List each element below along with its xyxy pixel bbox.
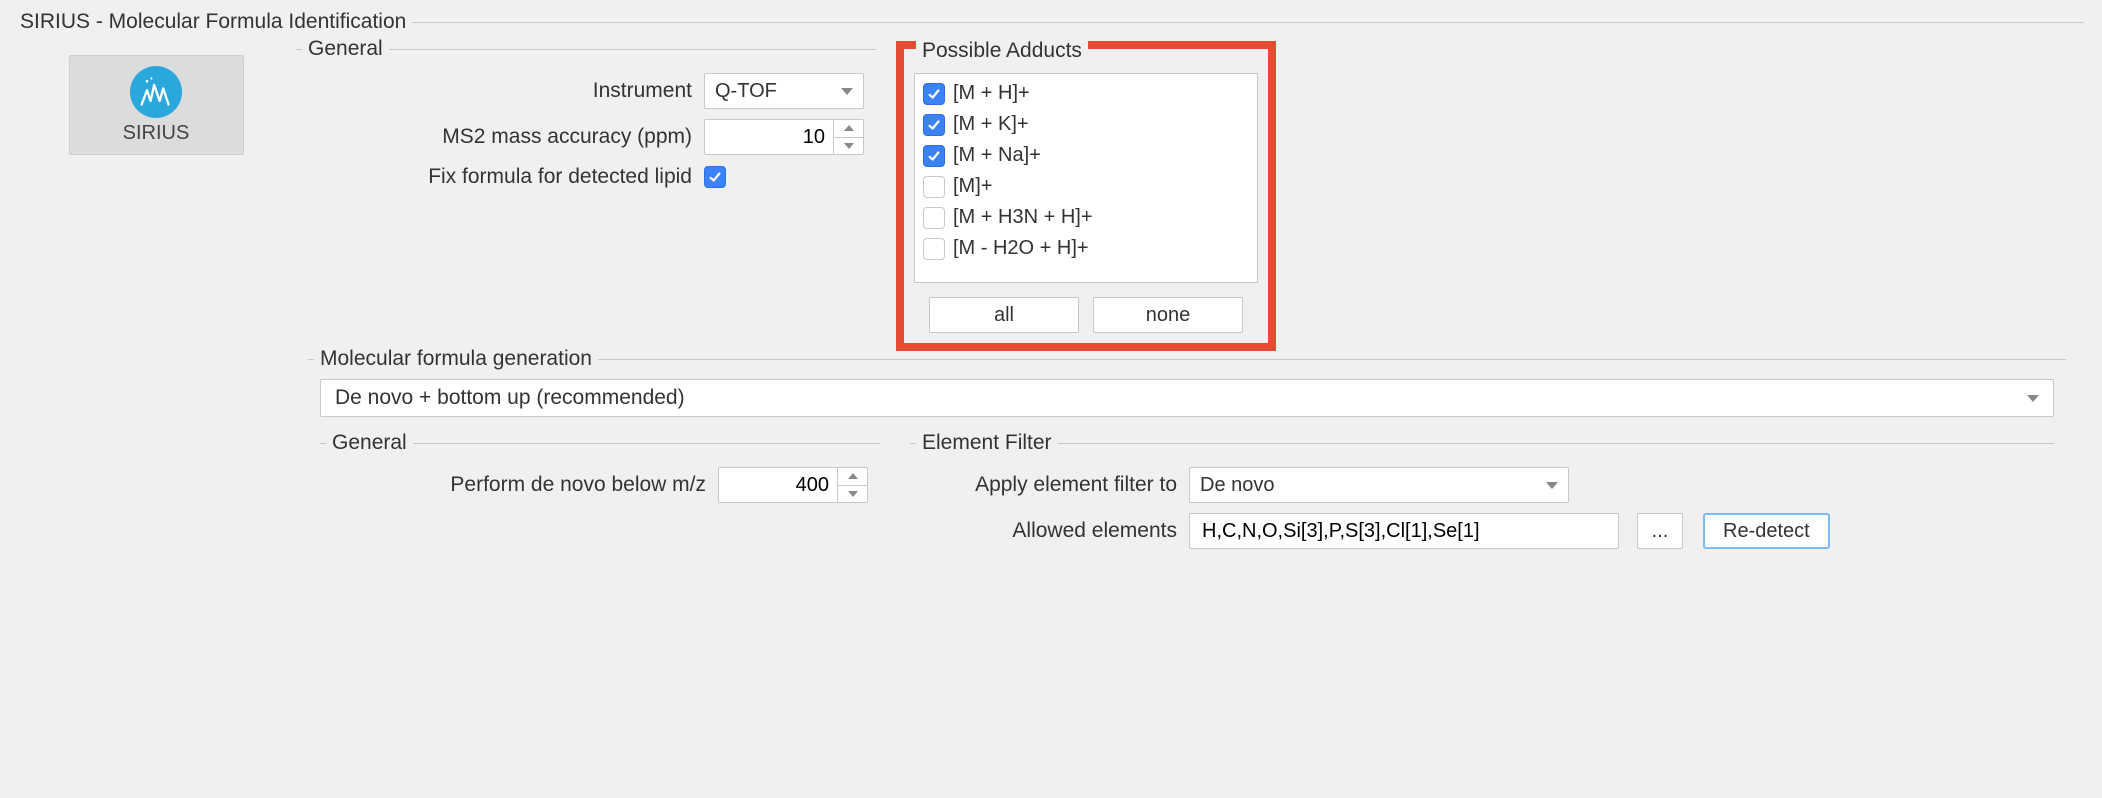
spinner-down-button[interactable]: [834, 138, 863, 155]
adduct-label: [M - H2O + H]+: [953, 237, 1089, 260]
adduct-checkbox[interactable]: [923, 114, 945, 136]
general-group-title: General: [302, 37, 389, 61]
adduct-list-item[interactable]: [M + H]+: [917, 78, 1255, 109]
allowed-elements-input[interactable]: [1189, 513, 1619, 549]
sirius-icon: [130, 66, 182, 118]
mfg-group: Molecular formula generation De novo + b…: [308, 359, 2066, 567]
mfg-strategy-select[interactable]: De novo + bottom up (recommended): [320, 379, 2054, 417]
adduct-label: [M]+: [953, 175, 992, 198]
mfg-general-title: General: [326, 431, 413, 455]
mfg-general-group: General Perform de novo below m/z: [320, 443, 880, 563]
ms2-accuracy-input[interactable]: [704, 119, 864, 155]
element-filter-group: Element Filter Apply element filter to D…: [910, 443, 2054, 563]
arrow-down-icon: [844, 143, 854, 149]
chevron-down-icon: [2027, 395, 2039, 402]
adduct-checkbox[interactable]: [923, 207, 945, 229]
lipid-label: Fix formula for detected lipid: [428, 165, 692, 189]
main-group: SIRIUS - Molecular Formula Identificatio…: [18, 22, 2084, 577]
adduct-label: [M + H]+: [953, 82, 1030, 105]
adduct-list-item[interactable]: [M + H3N + H]+: [917, 202, 1255, 233]
adduct-label: [M + H3N + H]+: [953, 206, 1093, 229]
arrow-down-icon: [848, 491, 858, 497]
sirius-tool-button[interactable]: SIRIUS: [69, 55, 244, 155]
adducts-none-button[interactable]: none: [1093, 297, 1243, 333]
apply-filter-value: De novo: [1200, 474, 1275, 497]
redetect-button[interactable]: Re-detect: [1703, 513, 1830, 549]
adduct-checkbox[interactable]: [923, 83, 945, 105]
spinner-up-button[interactable]: [838, 468, 867, 486]
adduct-list-item[interactable]: [M + K]+: [917, 109, 1255, 140]
element-filter-title: Element Filter: [916, 431, 1058, 455]
ms2-accuracy-label: MS2 mass accuracy (ppm): [442, 125, 692, 149]
adducts-all-button[interactable]: all: [929, 297, 1079, 333]
adducts-group: Possible Adducts [M + H]+[M + K]+[M + Na…: [914, 53, 1258, 333]
instrument-value: Q-TOF: [715, 80, 777, 103]
adduct-label: [M + Na]+: [953, 144, 1041, 167]
denovo-threshold-input[interactable]: [718, 467, 868, 503]
adducts-listbox[interactable]: [M + H]+ [M + K]+ [M + Na]+ [M]+ [M + H3N + …: [914, 73, 1258, 283]
chevron-down-icon: [1546, 482, 1558, 489]
spinner-up-button[interactable]: [834, 120, 863, 138]
adduct-list-item[interactable]: [M]+: [917, 171, 1255, 202]
arrow-up-icon: [848, 473, 858, 479]
adduct-list-item[interactable]: [M - H2O + H]+: [917, 233, 1255, 264]
sirius-label: SIRIUS: [123, 122, 190, 145]
adduct-checkbox[interactable]: [923, 238, 945, 260]
arrow-up-icon: [844, 125, 854, 131]
spinner-down-button[interactable]: [838, 486, 867, 503]
top-row: SIRIUS General Instrument Q-TOF MS2 mass…: [36, 41, 2066, 351]
general-group: General Instrument Q-TOF MS2 mass accura…: [296, 49, 876, 203]
chevron-down-icon: [841, 88, 853, 95]
adducts-highlight-box: Possible Adducts [M + H]+ [M + K]+ [M + Na…: [896, 41, 1276, 351]
apply-filter-label: Apply element filter to: [922, 473, 1177, 497]
allowed-elements-value[interactable]: [1200, 519, 1608, 544]
instrument-select[interactable]: Q-TOF: [704, 73, 864, 109]
mfg-strategy-value: De novo + bottom up (recommended): [335, 386, 685, 410]
allowed-elements-more-button[interactable]: ...: [1637, 513, 1683, 549]
instrument-label: Instrument: [593, 79, 692, 103]
main-group-title: SIRIUS - Molecular Formula Identificatio…: [14, 10, 412, 34]
apply-filter-select[interactable]: De novo: [1189, 467, 1569, 503]
allowed-elements-label: Allowed elements: [922, 519, 1177, 543]
mfg-group-title: Molecular formula generation: [314, 347, 598, 371]
adduct-checkbox[interactable]: [923, 145, 945, 167]
ms2-accuracy-value[interactable]: [705, 120, 833, 154]
adduct-list-item[interactable]: [M + Na]+: [917, 140, 1255, 171]
adduct-checkbox[interactable]: [923, 176, 945, 198]
adducts-group-title: Possible Adducts: [916, 39, 1088, 63]
adduct-label: [M + K]+: [953, 113, 1029, 136]
lipid-checkbox[interactable]: [704, 166, 726, 188]
denovo-threshold-value[interactable]: [719, 468, 837, 502]
denovo-threshold-label: Perform de novo below m/z: [450, 473, 706, 497]
